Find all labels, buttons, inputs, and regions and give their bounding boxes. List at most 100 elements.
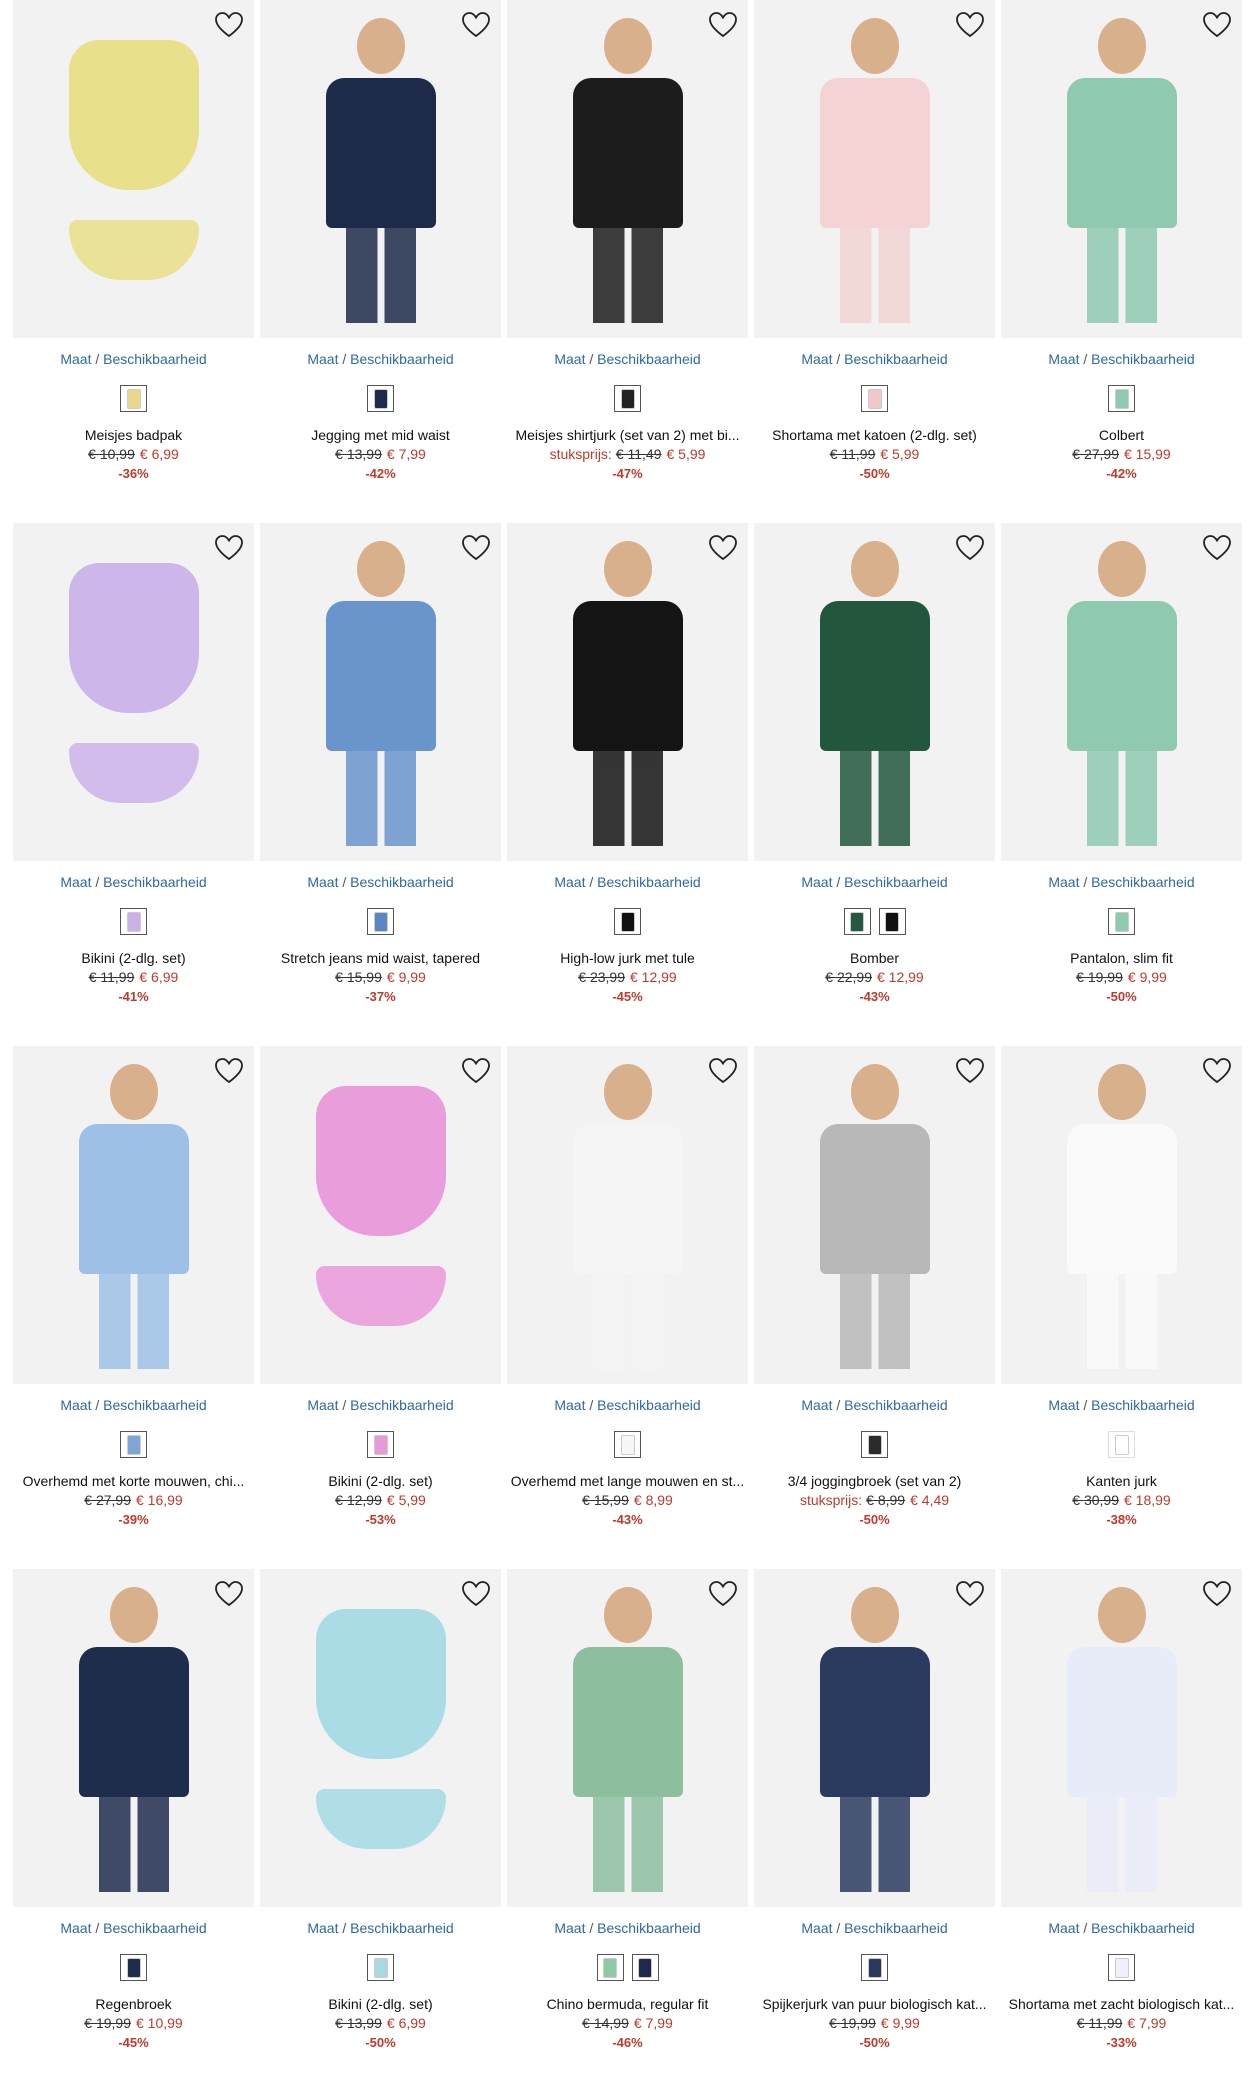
heart-icon[interactable] <box>706 1054 740 1088</box>
heart-icon[interactable] <box>459 1577 493 1611</box>
product-card[interactable]: Maat / Beschikbaarheid Overhemd met lange… <box>507 1046 748 1530</box>
color-swatch[interactable] <box>843 908 871 935</box>
size-availability-link[interactable]: Maat / Beschikbaarheid <box>507 1396 748 1414</box>
heart-icon[interactable] <box>706 8 740 42</box>
product-card[interactable]: Maat / Beschikbaarheid Bomber € 22,99 € 12,… <box>754 523 995 1007</box>
product-title[interactable]: Meisjes shirtjurk (set van 2) met bi... <box>507 426 748 444</box>
product-title[interactable]: Shortama met zacht biologisch kat... <box>1001 1995 1242 2013</box>
color-swatch[interactable] <box>614 1431 641 1458</box>
size-availability-link[interactable]: Maat / Beschikbaarheid <box>754 873 995 891</box>
product-title[interactable]: High-low jurk met tule <box>507 949 748 967</box>
product-title[interactable]: Pantalon, slim fit <box>1001 949 1242 967</box>
heart-icon[interactable] <box>706 531 740 565</box>
product-title[interactable]: Regenbroek <box>13 1995 254 2013</box>
heart-icon[interactable] <box>1200 531 1234 565</box>
product-card[interactable]: Maat / Beschikbaarheid Meisjes badpak € 10… <box>13 0 254 484</box>
color-swatch[interactable] <box>861 1431 888 1458</box>
color-swatch[interactable] <box>861 1954 888 1981</box>
product-card[interactable]: Maat / Beschikbaarheid Chino bermuda, reg… <box>507 1569 748 2053</box>
color-swatch[interactable] <box>614 908 641 935</box>
product-image-area[interactable] <box>13 0 254 338</box>
size-availability-link[interactable]: Maat / Beschikbaarheid <box>13 1919 254 1937</box>
size-availability-link[interactable]: Maat / Beschikbaarheid <box>507 873 748 891</box>
product-card[interactable]: Maat / Beschikbaarheid Regenbroek € 19,99 €… <box>13 1569 254 2053</box>
product-card[interactable]: Maat / Beschikbaarheid Meisjes shirtjurk … <box>507 0 748 484</box>
size-availability-link[interactable]: Maat / Beschikbaarheid <box>13 1396 254 1414</box>
product-title[interactable]: Bikini (2-dlg. set) <box>260 1472 501 1490</box>
product-card[interactable]: Maat / Beschikbaarheid Colbert € 27,99 € 15… <box>1001 0 1242 484</box>
color-swatch[interactable] <box>367 385 394 412</box>
product-image-area[interactable] <box>13 1569 254 1907</box>
product-title[interactable]: Overhemd met lange mouwen en st... <box>507 1472 748 1490</box>
product-title[interactable]: Stretch jeans mid waist, tapered <box>260 949 501 967</box>
color-swatch[interactable] <box>878 908 906 935</box>
color-swatch[interactable] <box>1108 1954 1135 1981</box>
product-title[interactable]: Overhemd met korte mouwen, chi... <box>13 1472 254 1490</box>
product-card[interactable]: Maat / Beschikbaarheid Overhemd met korte… <box>13 1046 254 1530</box>
product-image-area[interactable] <box>507 1569 748 1907</box>
product-image-area[interactable] <box>1001 0 1242 338</box>
product-image-area[interactable] <box>507 0 748 338</box>
product-image-area[interactable] <box>13 1046 254 1384</box>
product-image-area[interactable] <box>1001 523 1242 861</box>
size-availability-link[interactable]: Maat / Beschikbaarheid <box>260 873 501 891</box>
size-availability-link[interactable]: Maat / Beschikbaarheid <box>507 1919 748 1937</box>
product-title[interactable]: Kanten jurk <box>1001 1472 1242 1490</box>
size-availability-link[interactable]: Maat / Beschikbaarheid <box>260 350 501 368</box>
product-card[interactable]: Maat / Beschikbaarheid Shortama met katoe… <box>754 0 995 484</box>
color-swatch[interactable] <box>596 1954 624 1981</box>
color-swatch[interactable] <box>367 908 394 935</box>
color-swatch[interactable] <box>1108 908 1135 935</box>
size-availability-link[interactable]: Maat / Beschikbaarheid <box>1001 1396 1242 1414</box>
heart-icon[interactable] <box>1200 1054 1234 1088</box>
size-availability-link[interactable]: Maat / Beschikbaarheid <box>1001 873 1242 891</box>
product-title[interactable]: Spijkerjurk van puur biologisch kat... <box>754 1995 995 2013</box>
heart-icon[interactable] <box>212 531 246 565</box>
product-image-area[interactable] <box>260 0 501 338</box>
heart-icon[interactable] <box>1200 8 1234 42</box>
product-title[interactable]: Bikini (2-dlg. set) <box>260 1995 501 2013</box>
product-image-area[interactable] <box>754 1046 995 1384</box>
heart-icon[interactable] <box>459 8 493 42</box>
product-image-area[interactable] <box>1001 1569 1242 1907</box>
heart-icon[interactable] <box>706 1577 740 1611</box>
color-swatch[interactable] <box>120 908 147 935</box>
product-title[interactable]: Colbert <box>1001 426 1242 444</box>
product-image-area[interactable] <box>260 523 501 861</box>
heart-icon[interactable] <box>459 1054 493 1088</box>
product-title[interactable]: Meisjes badpak <box>13 426 254 444</box>
heart-icon[interactable] <box>459 531 493 565</box>
size-availability-link[interactable]: Maat / Beschikbaarheid <box>1001 1919 1242 1937</box>
product-image-area[interactable] <box>260 1046 501 1384</box>
color-swatch[interactable] <box>631 1954 659 1981</box>
product-card[interactable]: Maat / Beschikbaarheid Kanten jurk € 30,99… <box>1001 1046 1242 1530</box>
product-card[interactable]: Maat / Beschikbaarheid Bikini (2-dlg. set… <box>13 523 254 1007</box>
color-swatch[interactable] <box>367 1954 394 1981</box>
product-image-area[interactable] <box>754 0 995 338</box>
heart-icon[interactable] <box>212 1054 246 1088</box>
product-card[interactable]: Maat / Beschikbaarheid Stretch jeans mid … <box>260 523 501 1007</box>
product-title[interactable]: Chino bermuda, regular fit <box>507 1995 748 2013</box>
product-title[interactable]: Bikini (2-dlg. set) <box>13 949 254 967</box>
color-swatch[interactable] <box>1108 1431 1135 1458</box>
product-card[interactable]: Maat / Beschikbaarheid Shortama met zacht… <box>1001 1569 1242 2053</box>
product-image-area[interactable] <box>1001 1046 1242 1384</box>
color-swatch[interactable] <box>614 385 641 412</box>
product-image-area[interactable] <box>754 523 995 861</box>
heart-icon[interactable] <box>953 8 987 42</box>
product-image-area[interactable] <box>754 1569 995 1907</box>
color-swatch[interactable] <box>120 385 147 412</box>
size-availability-link[interactable]: Maat / Beschikbaarheid <box>507 350 748 368</box>
size-availability-link[interactable]: Maat / Beschikbaarheid <box>260 1396 501 1414</box>
heart-icon[interactable] <box>953 1577 987 1611</box>
product-card[interactable]: Maat / Beschikbaarheid 3/4 joggingbroek (… <box>754 1046 995 1530</box>
color-swatch[interactable] <box>367 1431 394 1458</box>
product-title[interactable]: Jegging met mid waist <box>260 426 501 444</box>
product-card[interactable]: Maat / Beschikbaarheid Bikini (2-dlg. set… <box>260 1569 501 2053</box>
color-swatch[interactable] <box>1108 385 1135 412</box>
size-availability-link[interactable]: Maat / Beschikbaarheid <box>754 350 995 368</box>
size-availability-link[interactable]: Maat / Beschikbaarheid <box>1001 350 1242 368</box>
product-card[interactable]: Maat / Beschikbaarheid Jegging met mid wa… <box>260 0 501 484</box>
size-availability-link[interactable]: Maat / Beschikbaarheid <box>754 1396 995 1414</box>
product-image-area[interactable] <box>13 523 254 861</box>
